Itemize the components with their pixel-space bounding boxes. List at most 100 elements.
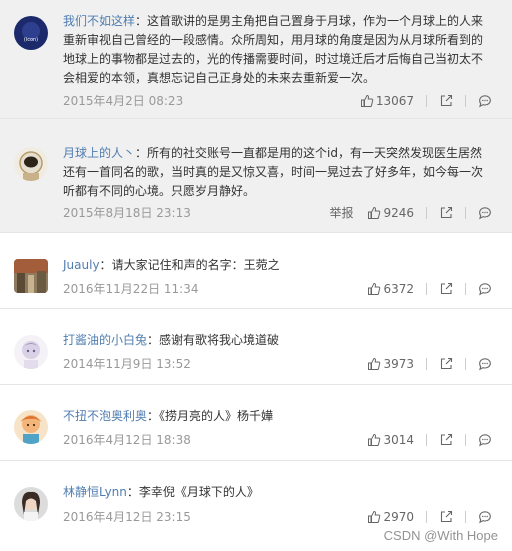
svg-text:(icon): (icon) xyxy=(24,37,38,43)
divider xyxy=(465,95,466,107)
comment-text: 李幸倪《月球下的人》 xyxy=(138,485,259,499)
divider xyxy=(465,511,466,523)
share-button[interactable] xyxy=(439,282,453,296)
comment-username[interactable]: 月球上的人丶 xyxy=(63,146,135,160)
thumbs-up-icon xyxy=(368,433,381,446)
comment-meta: 2016年11月22日 11:34 6372 xyxy=(63,279,492,299)
reply-button[interactable] xyxy=(478,357,492,371)
share-button[interactable] xyxy=(439,433,453,447)
comment-meta: 2014年11月9日 13:52 3973 xyxy=(63,354,492,374)
chat-bubble-icon xyxy=(479,207,491,220)
thumbs-up-icon xyxy=(368,357,381,370)
comment-meta: 2016年4月12日 18:38 3014 xyxy=(63,430,492,450)
comment-item: 月球上的人丶：所有的社交账号一直都是用的这个id，有一天突然发现医生居然还有一首… xyxy=(0,119,512,233)
comment-body: 不扭不泡奥利奥：《捞月亮的人》杨千嬅 xyxy=(63,407,492,426)
like-button[interactable]: 2970 xyxy=(367,507,414,527)
comment-time: 2015年8月18日 23:13 xyxy=(63,206,191,220)
divider xyxy=(465,207,466,219)
reply-button[interactable] xyxy=(478,433,492,447)
avatar-anime-icon[interactable] xyxy=(14,335,48,369)
report-button[interactable]: 举报 xyxy=(329,203,353,223)
comment-meta: 2015年4月2日 08:23 13067 xyxy=(63,91,492,111)
divider xyxy=(426,207,427,219)
like-button[interactable]: 9246 xyxy=(367,203,414,223)
separator: ： xyxy=(147,409,160,423)
comment-item: (icon) 我们不如这样：这首歌讲的是男主角把自己置身于月球，作为一个月球上的… xyxy=(0,0,512,119)
comment-time: 2016年11月22日 11:34 xyxy=(63,282,199,296)
comment-item: 不扭不泡奥利奥：《捞月亮的人》杨千嬅 2016年4月12日 18:38 3014 xyxy=(0,385,512,461)
comment-actions: 举报 9246 xyxy=(329,203,492,223)
separator: ： xyxy=(147,333,160,347)
avatar-photo-icon[interactable] xyxy=(14,259,48,293)
comment-meta: 2016年4月12日 23:15 2970 xyxy=(63,507,492,527)
comment-text: 《捞月亮的人》杨千嬅 xyxy=(159,409,274,423)
separator: ： xyxy=(126,485,139,499)
chat-bubble-icon xyxy=(479,511,491,524)
like-count: 6372 xyxy=(383,282,414,296)
divider xyxy=(465,358,466,370)
comment-actions: 6372 xyxy=(367,279,492,299)
reply-button[interactable] xyxy=(478,510,492,524)
reply-button[interactable] xyxy=(478,282,492,296)
chat-bubble-icon xyxy=(479,434,491,447)
like-count: 13067 xyxy=(375,94,414,108)
comment-actions: 3014 xyxy=(367,430,492,450)
comment-username[interactable]: Juauly xyxy=(63,258,100,272)
share-icon xyxy=(440,510,453,523)
like-button[interactable]: 6372 xyxy=(367,279,414,299)
comment-actions: 13067 xyxy=(360,91,492,111)
comment-time: 2015年4月2日 08:23 xyxy=(63,94,184,108)
comment-username[interactable]: 林静恒Lynn xyxy=(63,485,127,499)
comment-username[interactable]: 不扭不泡奥利奥 xyxy=(63,409,147,423)
like-count: 3973 xyxy=(383,357,414,371)
share-icon xyxy=(440,282,453,295)
comment-list: (icon) 我们不如这样：这首歌讲的是男主角把自己置身于月球，作为一个月球上的… xyxy=(0,0,512,551)
share-icon xyxy=(440,206,453,219)
separator: ： xyxy=(135,146,148,160)
comment-username[interactable]: 打酱油的小白兔 xyxy=(63,333,147,347)
comment-item: 打酱油的小白兔：感谢有歌将我心境道破 2014年11月9日 13:52 3973 xyxy=(0,309,512,385)
comment-body: 林静恒Lynn：李幸倪《月球下的人》 xyxy=(63,483,492,502)
comment-username[interactable]: 我们不如这样 xyxy=(63,14,135,28)
comment-body: 打酱油的小白兔：感谢有歌将我心境道破 xyxy=(63,331,492,350)
divider xyxy=(426,511,427,523)
thumbs-up-icon xyxy=(368,510,381,523)
comment-meta: 2015年8月18日 23:13 举报 9246 xyxy=(63,203,492,223)
divider xyxy=(426,95,427,107)
divider xyxy=(465,434,466,446)
thumbs-up-icon xyxy=(368,206,381,219)
separator: ： xyxy=(99,258,112,272)
divider xyxy=(426,434,427,446)
like-button[interactable]: 13067 xyxy=(360,91,414,111)
share-icon xyxy=(440,433,453,446)
separator: ： xyxy=(135,14,148,28)
comment-actions: 3973 xyxy=(367,354,492,374)
comment-body: Juauly：请大家记住和声的名字：王菀之 xyxy=(63,256,492,275)
comment-text: 请大家记住和声的名字：王菀之 xyxy=(111,258,280,272)
chat-bubble-icon xyxy=(479,358,491,371)
avatar-cartoon-icon[interactable] xyxy=(14,410,48,444)
like-button[interactable]: 3973 xyxy=(367,354,414,374)
divider xyxy=(426,283,427,295)
thumbs-up-icon xyxy=(360,94,374,107)
avatar-astronaut-icon[interactable] xyxy=(14,147,48,181)
chat-bubble-icon xyxy=(479,283,491,296)
comment-time: 2016年4月12日 23:15 xyxy=(63,510,191,524)
avatar-girl-icon[interactable] xyxy=(14,487,48,521)
watermark: CSDN @With Hope xyxy=(383,528,498,543)
like-count: 9246 xyxy=(383,206,414,220)
comment-item: Juauly：请大家记住和声的名字：王菀之 2016年11月22日 11:34 … xyxy=(0,233,512,309)
share-button[interactable] xyxy=(439,206,453,220)
share-button[interactable] xyxy=(439,357,453,371)
share-button[interactable] xyxy=(439,94,453,108)
like-button[interactable]: 3014 xyxy=(367,430,414,450)
chat-bubble-icon xyxy=(479,95,491,108)
comment-time: 2016年4月12日 18:38 xyxy=(63,433,191,447)
thumbs-up-icon xyxy=(368,282,381,295)
avatar-navy-icon[interactable]: (icon) xyxy=(14,16,48,50)
like-count: 3014 xyxy=(383,433,414,447)
reply-button[interactable] xyxy=(478,206,492,220)
share-button[interactable] xyxy=(439,510,453,524)
reply-button[interactable] xyxy=(478,94,492,108)
share-icon xyxy=(440,94,453,107)
